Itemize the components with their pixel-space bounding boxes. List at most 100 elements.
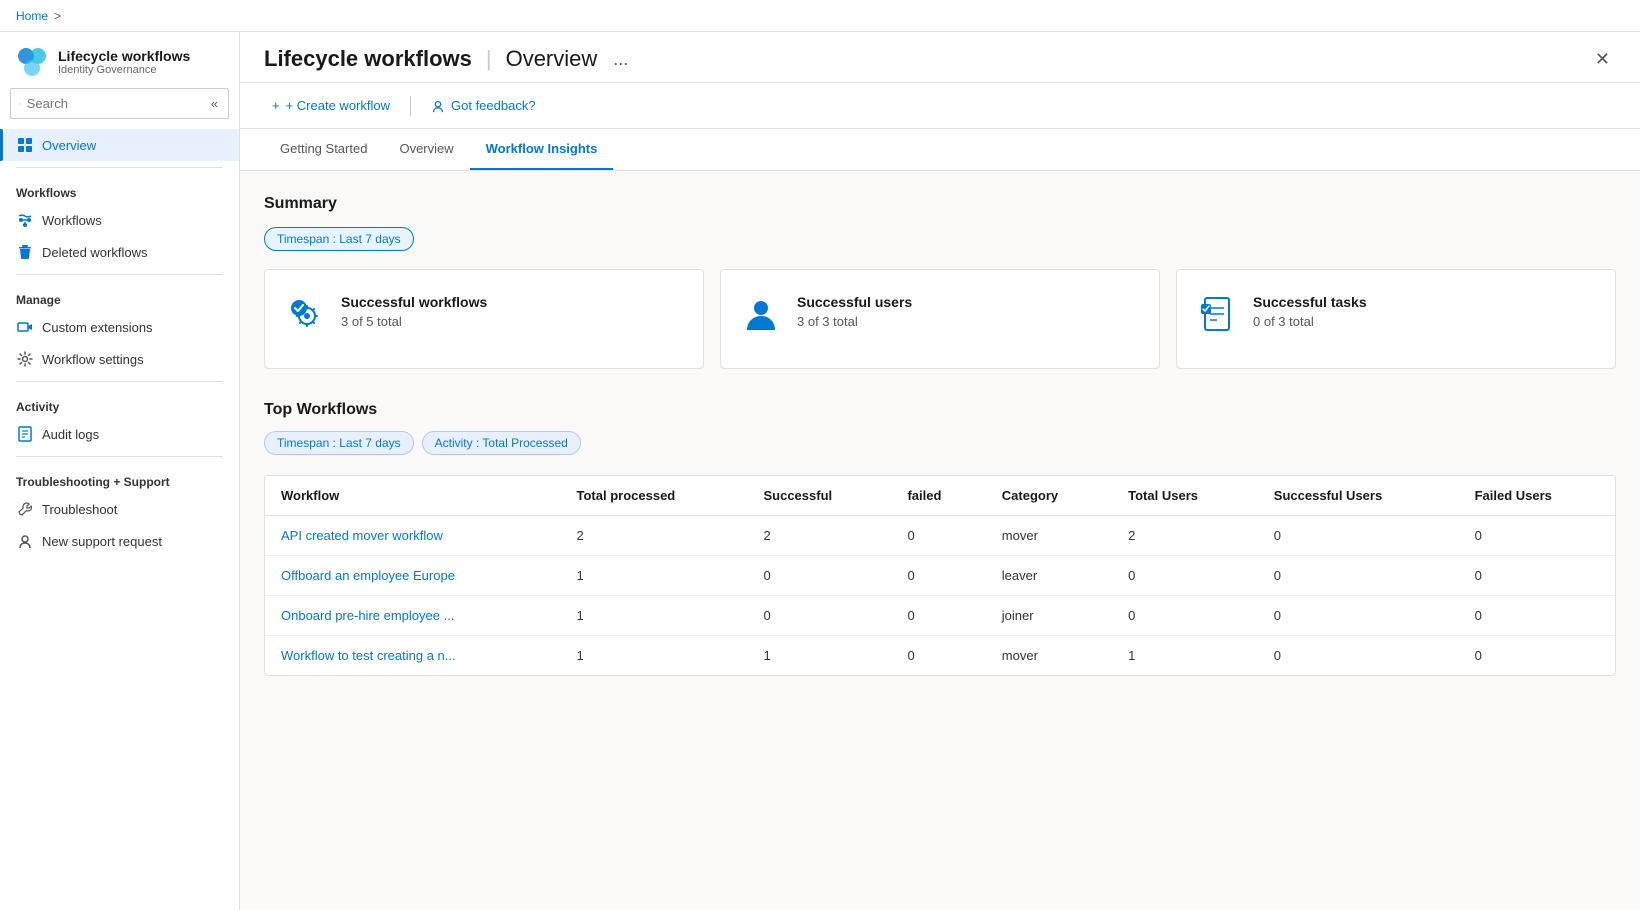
- successful-users-cell: 0: [1258, 516, 1459, 556]
- section-label-manage: Manage: [0, 281, 239, 311]
- tasks-success-icon: [1197, 294, 1237, 334]
- total-users-cell: 0: [1112, 556, 1258, 596]
- timespan-badge[interactable]: Timespan : Last 7 days: [264, 227, 414, 251]
- sidebar-item-new-support-request[interactable]: New support request: [0, 525, 239, 557]
- category-cell: leaver: [986, 556, 1112, 596]
- workflow-success-icon: [285, 294, 325, 334]
- sidebar-workflows-label: Workflows: [42, 213, 102, 228]
- category-cell: mover: [986, 516, 1112, 556]
- more-options-button[interactable]: ...: [607, 47, 634, 72]
- main-content: Lifecycle workflows | Overview ... ✕ + +…: [240, 32, 1640, 910]
- workflow-link[interactable]: Onboard pre-hire employee ...: [265, 596, 561, 636]
- sidebar-item-custom-extensions[interactable]: Custom extensions: [0, 311, 239, 343]
- sidebar-divider-3: [16, 381, 223, 382]
- col-successful-users: Successful Users: [1258, 476, 1459, 516]
- users-success-icon: [741, 294, 781, 334]
- workflow-link[interactable]: API created mover workflow: [265, 516, 561, 556]
- filter-badges: Timespan : Last 7 days Activity : Total …: [264, 431, 1616, 455]
- card-title-tasks: Successful tasks: [1253, 294, 1367, 310]
- sidebar-item-deleted-workflows[interactable]: Deleted workflows: [0, 236, 239, 268]
- sidebar-item-troubleshoot[interactable]: Troubleshoot: [0, 493, 239, 525]
- successful-cell: 2: [747, 516, 891, 556]
- sidebar-divider-1: [16, 167, 223, 168]
- category-cell: joiner: [986, 596, 1112, 636]
- failed-users-cell: 0: [1459, 516, 1615, 556]
- got-feedback-button[interactable]: Got feedback?: [423, 93, 544, 118]
- summary-title: Summary: [264, 195, 1616, 213]
- wrench-icon: [16, 500, 34, 518]
- extension-icon: [16, 318, 34, 336]
- tab-overview[interactable]: Overview: [383, 129, 469, 170]
- card-successful-workflows: Successful workflows 3 of 5 total: [264, 269, 704, 369]
- breadcrumb: Home >: [0, 0, 1640, 32]
- section-label-troubleshooting: Troubleshooting + Support: [0, 463, 239, 493]
- app-title: Lifecycle workflows: [58, 48, 190, 65]
- table-row: Offboard an employee Europe 1 0 0 leaver…: [265, 556, 1615, 596]
- title-separator: |: [486, 46, 492, 72]
- col-category: Category: [986, 476, 1112, 516]
- collapse-button[interactable]: «: [209, 94, 220, 113]
- workflow-link[interactable]: Workflow to test creating a n...: [265, 636, 561, 676]
- table-row: Workflow to test creating a n... 1 1 0 m…: [265, 636, 1615, 676]
- sidebar-custom-extensions-label: Custom extensions: [42, 320, 153, 335]
- card-info-tasks: Successful tasks 0 of 3 total: [1253, 294, 1367, 329]
- plus-icon: +: [272, 98, 280, 113]
- successful-users-cell: 0: [1258, 556, 1459, 596]
- search-input[interactable]: [27, 96, 203, 111]
- got-feedback-label: Got feedback?: [451, 98, 536, 113]
- card-value-workflows: 3 of 5 total: [341, 314, 487, 329]
- card-info-workflows: Successful workflows 3 of 5 total: [341, 294, 487, 329]
- tab-workflow-insights[interactable]: Workflow Insights: [470, 129, 614, 170]
- action-separator: [410, 96, 411, 116]
- create-workflow-button[interactable]: + + Create workflow: [264, 93, 398, 118]
- sidebar-workflow-settings-label: Workflow settings: [42, 352, 144, 367]
- top-workflows-title: Top Workflows: [264, 401, 1616, 419]
- total-users-cell: 1: [1112, 636, 1258, 676]
- page-title: Overview: [506, 46, 598, 72]
- successful-cell: 1: [747, 636, 891, 676]
- sidebar-item-workflow-settings[interactable]: Workflow settings: [0, 343, 239, 375]
- activity-filter-badge[interactable]: Activity : Total Processed: [422, 431, 581, 455]
- search-icon: [19, 97, 21, 111]
- log-icon: [16, 425, 34, 443]
- content-area: Summary Timespan : Last 7 days: [240, 171, 1640, 910]
- card-successful-users: Successful users 3 of 3 total: [720, 269, 1160, 369]
- trash-icon: [16, 243, 34, 261]
- close-button[interactable]: ✕: [1589, 47, 1616, 72]
- successful-users-cell: 0: [1258, 636, 1459, 676]
- card-title-workflows: Successful workflows: [341, 294, 487, 310]
- col-total-users: Total Users: [1112, 476, 1258, 516]
- failed-cell: 0: [891, 516, 985, 556]
- tab-getting-started[interactable]: Getting Started: [264, 129, 383, 170]
- home-link[interactable]: Home: [16, 9, 48, 23]
- card-value-tasks: 0 of 3 total: [1253, 314, 1367, 329]
- total-processed-cell: 1: [561, 636, 748, 676]
- top-workflows-table: Workflow Total processed Successful fail…: [264, 475, 1616, 676]
- failed-users-cell: 0: [1459, 596, 1615, 636]
- tabs: Getting Started Overview Workflow Insigh…: [240, 129, 1640, 171]
- sidebar-audit-logs-label: Audit logs: [42, 427, 99, 442]
- failed-cell: 0: [891, 596, 985, 636]
- successful-users-cell: 0: [1258, 596, 1459, 636]
- sidebar-divider-4: [16, 456, 223, 457]
- search-box[interactable]: «: [10, 88, 229, 119]
- main-header: Lifecycle workflows | Overview ... ✕: [240, 32, 1640, 83]
- timespan-filter-badge[interactable]: Timespan : Last 7 days: [264, 431, 414, 455]
- workflow-icon: [16, 211, 34, 229]
- card-successful-tasks: Successful tasks 0 of 3 total: [1176, 269, 1616, 369]
- sidebar-item-overview[interactable]: Overview: [0, 129, 239, 161]
- workflow-link[interactable]: Offboard an employee Europe: [265, 556, 561, 596]
- section-label-activity: Activity: [0, 388, 239, 418]
- action-bar: + + Create workflow Got feedback?: [240, 83, 1640, 129]
- main-title-area: Lifecycle workflows | Overview ...: [264, 46, 634, 72]
- sidebar-header: Lifecycle workflows Identity Governance: [0, 32, 239, 88]
- table-row: Onboard pre-hire employee ... 1 0 0 join…: [265, 596, 1615, 636]
- sidebar-item-workflows[interactable]: Workflows: [0, 204, 239, 236]
- table-header-row: Workflow Total processed Successful fail…: [265, 476, 1615, 516]
- sidebar-item-audit-logs[interactable]: Audit logs: [0, 418, 239, 450]
- sidebar-nav: Overview Workflows Workflows: [0, 129, 239, 894]
- failed-cell: 0: [891, 636, 985, 676]
- total-processed-cell: 2: [561, 516, 748, 556]
- sidebar-overview-label: Overview: [42, 138, 96, 153]
- table-row: API created mover workflow 2 2 0 mover 2…: [265, 516, 1615, 556]
